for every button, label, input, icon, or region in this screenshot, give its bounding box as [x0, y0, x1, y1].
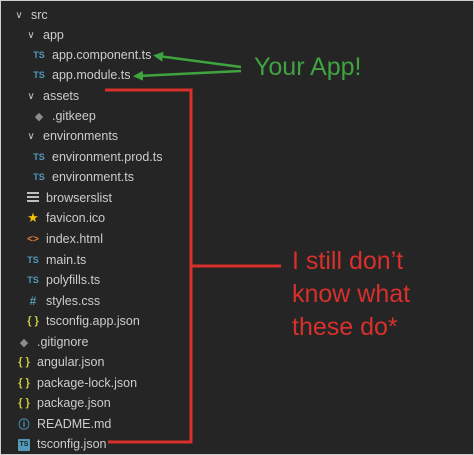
explorer-frame: ∨ src ∨ app TS app.component.ts TS app.m…	[0, 0, 474, 455]
annotation-overlay	[105, 51, 281, 444]
arrow-app-component	[153, 51, 242, 69]
annotation-still-dont-know: I still don’t know what these do*	[292, 247, 411, 341]
annotation-your-app: Your App!	[254, 53, 362, 81]
red-bracket	[105, 88, 193, 444]
arrow-app-module	[133, 69, 242, 81]
